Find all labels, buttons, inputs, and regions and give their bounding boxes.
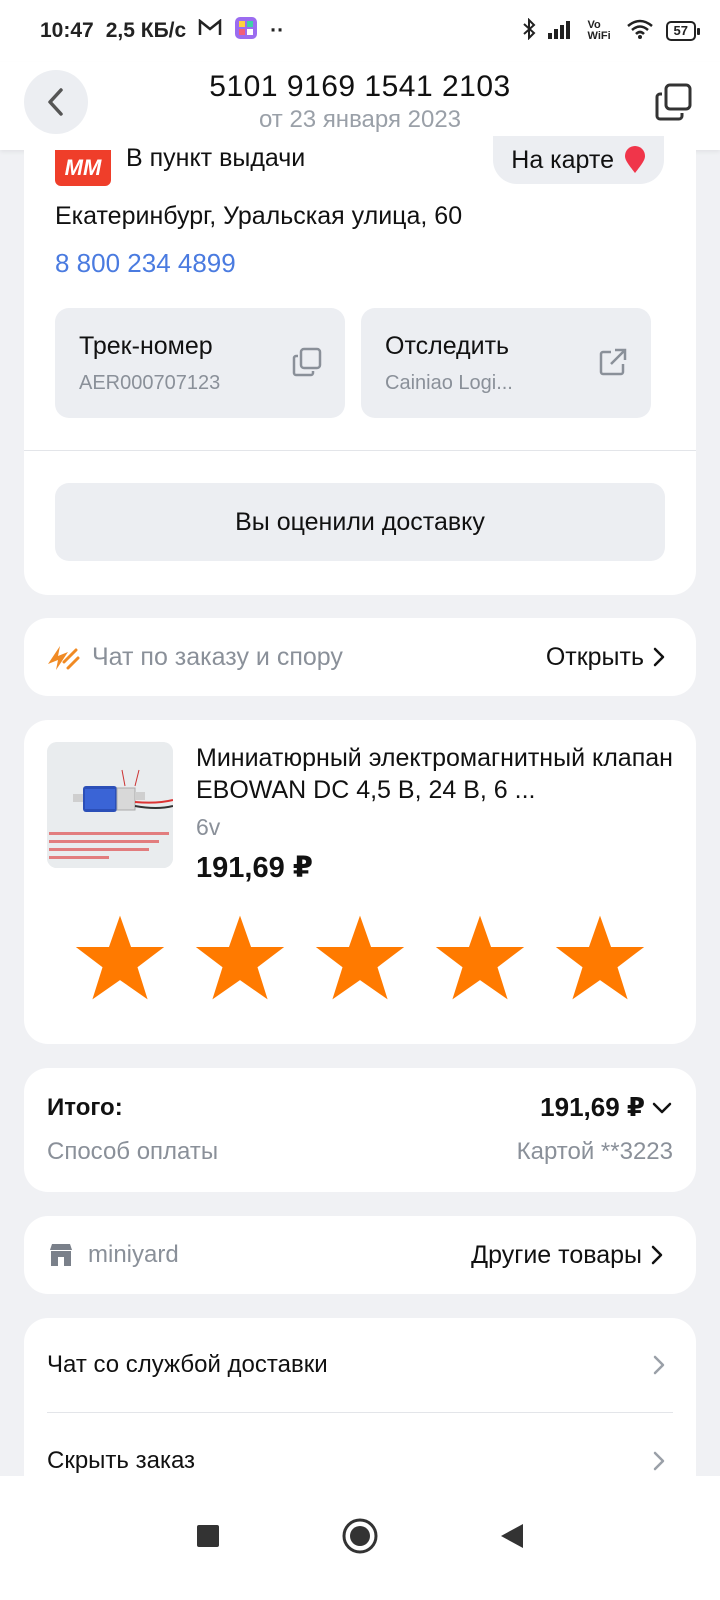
divider (24, 450, 696, 451)
menu-item-label: Чат со службой доставки (47, 1351, 328, 1378)
delivery-rated-button[interactable]: Вы оценили доставку (55, 483, 665, 561)
chevron-right-icon (653, 647, 665, 667)
square-icon (197, 1524, 219, 1547)
track-shipment-tile[interactable]: Отследить Cainiao Logi... (361, 308, 651, 418)
star-icon[interactable] (74, 912, 166, 1004)
total-row[interactable]: Итого: 191,69 ₽ (47, 1092, 673, 1123)
divider (47, 1412, 673, 1413)
store-card[interactable]: miniyard Другие товары (24, 1216, 696, 1294)
system-navigation-bar (0, 1476, 720, 1600)
order-chat-label: Чат по заказу и спору (92, 642, 343, 671)
status-speed: 2,5 КБ/с (105, 19, 187, 42)
external-link-icon (599, 348, 627, 376)
payment-row: Способ оплаты Картой **3223 (47, 1138, 673, 1166)
order-number: 5101 9169 1541 2103 (209, 70, 511, 103)
total-amount: 191,69 ₽ (540, 1092, 673, 1123)
recent-apps-button[interactable] (195, 1523, 221, 1554)
other-products-label: Другие товары (471, 1240, 642, 1269)
star-icon[interactable] (194, 912, 286, 1004)
payment-method-label: Способ оплаты (47, 1138, 219, 1165)
total-value-text: 191,69 ₽ (540, 1092, 645, 1122)
open-chat-label: Открыть (545, 642, 644, 671)
total-label: Итого: (47, 1093, 123, 1121)
track-number-value: AER000707123 (79, 372, 221, 394)
rating-stars (74, 912, 646, 1004)
chevron-right-icon (653, 1355, 665, 1375)
open-chat-link[interactable]: Открыть (546, 643, 666, 672)
star-icon[interactable] (314, 912, 406, 1004)
track-carrier-name: Cainiao Logi... (385, 372, 513, 394)
star-icon[interactable] (434, 912, 526, 1004)
pickup-phone-link[interactable]: 8 800 234 4899 (55, 248, 236, 279)
order-chat-card[interactable]: Чат по заказу и спору Открыть (24, 618, 696, 696)
lightning-chat-icon (48, 646, 80, 670)
mail-icon (198, 18, 222, 43)
app-icon (234, 16, 258, 46)
menu-item-label: Скрыть заказ (47, 1447, 196, 1474)
star-icon[interactable] (554, 912, 646, 1004)
store-icon (50, 1244, 72, 1266)
chevron-down-icon (652, 1102, 672, 1113)
chevron-right-icon (653, 1451, 665, 1471)
map-pin-icon (625, 146, 645, 173)
product-title[interactable]: Миниатюрный электромагнитный клапан EBOW… (196, 742, 676, 806)
payment-method-value: Картой **3223 (516, 1138, 673, 1165)
on-map-button[interactable]: На карте (493, 136, 664, 184)
product-variant: 6v (196, 814, 221, 840)
circle-icon (342, 1518, 378, 1553)
bluetooth-icon (522, 17, 536, 44)
vowifi-label: Vo WiFi (587, 19, 611, 42)
on-map-label: На карте (511, 145, 614, 174)
battery-indicator: 57 (665, 21, 701, 41)
track-number-tile[interactable]: Трек-номер AER000707123 (55, 308, 345, 418)
menu-item-delivery-chat[interactable]: Чат со службой доставки (47, 1318, 666, 1412)
other-products-link[interactable]: Другие товары (471, 1241, 664, 1270)
signal-icon (547, 19, 576, 43)
pickup-point-label: В пункт выдачи (126, 144, 306, 172)
status-bar: 10:47 2,5 КБ/с ·· Vo WiFi 57 (0, 0, 720, 62)
track-number-title: Трек-номер (79, 332, 213, 360)
copy-icon (292, 347, 322, 377)
track-shipment-title: Отследить (385, 332, 510, 360)
triangle-back-icon (501, 1523, 523, 1548)
product-price: 191,69 ₽ (196, 852, 313, 884)
status-time: 10:47 (40, 19, 94, 42)
wifi-icon (626, 18, 654, 44)
order-total-card: Итого: 191,69 ₽ Способ оплаты Картой **3… (24, 1068, 696, 1192)
order-date: от 23 января 2023 (258, 106, 462, 133)
copy-order-number-button[interactable] (654, 82, 694, 122)
product-image[interactable] (47, 742, 173, 868)
pickup-address: Екатеринбург, Уральская улица, 60 (55, 202, 463, 230)
delivery-card: ММ В пункт выдачи На карте Екатеринбург,… (24, 136, 696, 595)
more-dots-icon: ·· (270, 19, 285, 42)
home-button[interactable] (341, 1517, 379, 1560)
system-back-button[interactable] (499, 1522, 525, 1555)
chevron-right-icon (651, 1245, 663, 1265)
product-card: Миниатюрный электромагнитный клапан EBOW… (24, 720, 696, 1044)
copy-icon (655, 83, 692, 121)
pickup-provider-logo: ММ (55, 150, 111, 186)
store-name: miniyard (88, 1241, 179, 1268)
